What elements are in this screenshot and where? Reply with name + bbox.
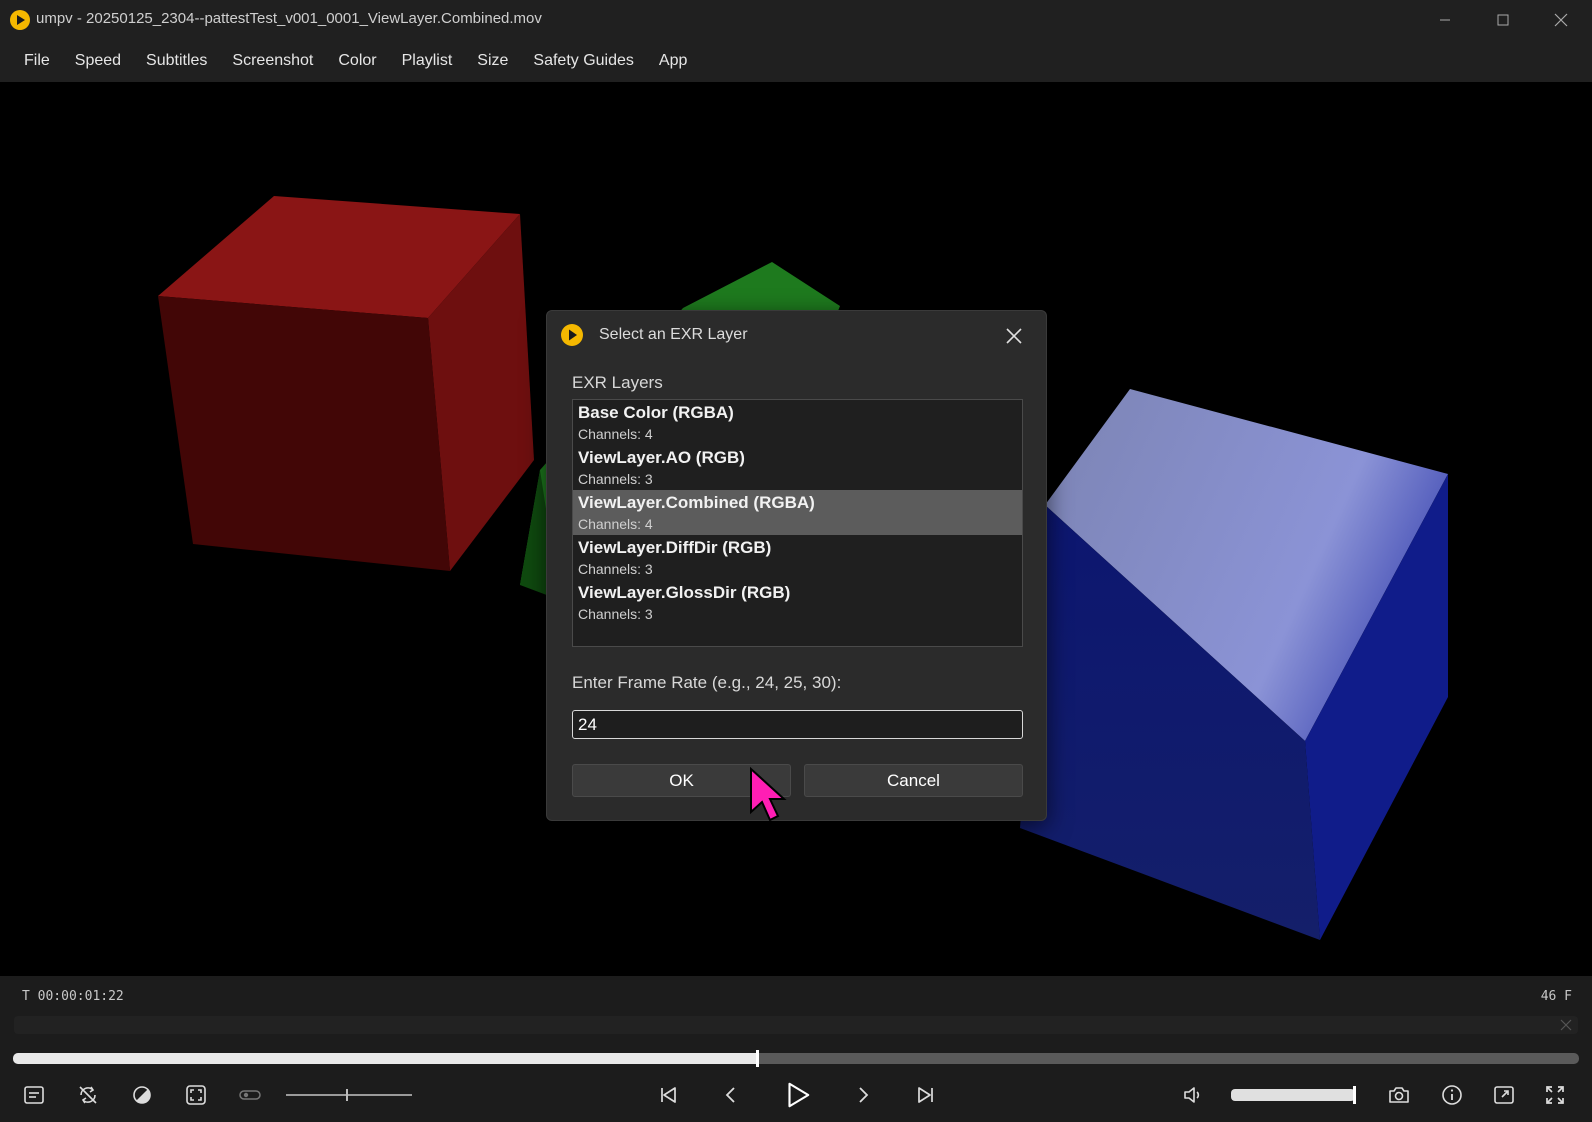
- color-filter-button[interactable]: [127, 1080, 157, 1110]
- secondary-timeline[interactable]: [14, 1016, 1578, 1034]
- menu-color[interactable]: Color: [326, 46, 388, 76]
- app-logo-icon: [10, 10, 30, 30]
- exr-layer-list[interactable]: Base Color (RGBA) Channels: 4 ViewLayer.…: [572, 399, 1023, 647]
- volume-slider-handle[interactable]: [1353, 1086, 1356, 1104]
- play-icon: [788, 1082, 810, 1108]
- picture-in-picture-button[interactable]: [1489, 1080, 1519, 1110]
- subtitles-icon: [24, 1086, 44, 1104]
- toggle-icon: [239, 1090, 261, 1100]
- speed-slider-knob[interactable]: [346, 1089, 348, 1101]
- seek-bar-fill: [13, 1053, 757, 1064]
- exr-layer-dialog: Select an EXR Layer EXR Layers Base Colo…: [546, 310, 1047, 821]
- next-frame-button[interactable]: [848, 1080, 878, 1110]
- maximize-button[interactable]: [1474, 0, 1532, 40]
- minimize-icon: [1440, 19, 1450, 21]
- loop-off-icon: [79, 1086, 97, 1104]
- dialog-title: Select an EXR Layer: [599, 326, 748, 343]
- info-button[interactable]: [1437, 1080, 1467, 1110]
- camera-icon: [1389, 1087, 1409, 1103]
- mouse-cursor-icon: [750, 766, 787, 822]
- maximize-icon: [1497, 14, 1509, 26]
- layer-channels: Channels: 3: [578, 605, 653, 622]
- layer-name: ViewLayer.DiffDir (RGB): [578, 538, 772, 557]
- layer-name: Base Color (RGBA): [578, 403, 734, 422]
- loop-button[interactable]: [73, 1080, 103, 1110]
- layer-name: ViewLayer.Combined (RGBA): [578, 493, 815, 512]
- speed-slider[interactable]: [286, 1089, 412, 1101]
- prev-frame-button[interactable]: [716, 1080, 746, 1110]
- menu-speed[interactable]: Speed: [63, 46, 133, 76]
- minimize-button[interactable]: [1416, 0, 1474, 40]
- layer-channels: Channels: 3: [578, 560, 653, 577]
- volume-icon: [1184, 1087, 1200, 1103]
- app-logo-icon: [561, 324, 583, 346]
- dialog-close-button[interactable]: [999, 321, 1029, 351]
- layer-item-base-color[interactable]: Base Color (RGBA) Channels: 4: [573, 400, 1022, 445]
- layer-item-glossdir[interactable]: ViewLayer.GlossDir (RGB) Channels: 3: [573, 580, 1022, 625]
- skip-start-button[interactable]: [653, 1080, 683, 1110]
- skip-start-icon: [661, 1087, 676, 1103]
- seek-handle[interactable]: [755, 1050, 759, 1067]
- frame-rate-label: Enter Frame Rate (e.g., 24, 25, 30):: [572, 673, 842, 692]
- frame-rate-input[interactable]: [572, 710, 1023, 739]
- player-controls: T 00:00:01:22 46 F: [0, 976, 1592, 1122]
- toggle-button[interactable]: [235, 1080, 265, 1110]
- next-frame-icon: [859, 1087, 869, 1103]
- play-button[interactable]: [782, 1080, 812, 1110]
- layer-item-diffdir[interactable]: ViewLayer.DiffDir (RGB) Channels: 3: [573, 535, 1022, 580]
- layer-name: ViewLayer.AO (RGB): [578, 448, 745, 467]
- timecode: T 00:00:01:22: [22, 989, 124, 1004]
- skip-end-button[interactable]: [911, 1080, 941, 1110]
- screenshot-button[interactable]: [1384, 1080, 1414, 1110]
- skip-end-icon: [918, 1087, 933, 1103]
- layer-channels: Channels: 3: [578, 470, 653, 487]
- close-window-button[interactable]: [1532, 0, 1590, 40]
- info-icon: [1442, 1085, 1462, 1105]
- menu-app[interactable]: App: [647, 46, 699, 76]
- menu-screenshot[interactable]: Screenshot: [220, 46, 325, 76]
- close-icon: [1554, 13, 1568, 27]
- prev-frame-icon: [725, 1087, 735, 1103]
- layer-item-combined[interactable]: ViewLayer.Combined (RGBA) Channels: 4: [573, 490, 1022, 535]
- menu-file[interactable]: File: [12, 46, 62, 76]
- menu-safety-guides[interactable]: Safety Guides: [521, 46, 646, 76]
- menu-bar: File Speed Subtitles Screenshot Color Pl…: [0, 40, 1592, 82]
- layer-channels: Channels: 4: [578, 425, 653, 442]
- menu-playlist[interactable]: Playlist: [390, 46, 465, 76]
- fit-frame-icon: [186, 1085, 206, 1105]
- menu-subtitles[interactable]: Subtitles: [134, 46, 219, 76]
- frame-count: 46 F: [1540, 989, 1572, 1004]
- fullscreen-button[interactable]: [1540, 1080, 1570, 1110]
- menu-size[interactable]: Size: [465, 46, 520, 76]
- red-cube-front: [158, 296, 450, 571]
- exr-layers-label: EXR Layers: [572, 373, 663, 392]
- picture-in-picture-icon: [1494, 1086, 1514, 1104]
- layer-name: ViewLayer.GlossDir (RGB): [578, 583, 791, 602]
- volume-slider[interactable]: [1231, 1089, 1355, 1101]
- seek-bar[interactable]: [13, 1050, 1579, 1067]
- cancel-button[interactable]: Cancel: [804, 764, 1023, 797]
- window-title: umpv - 20250125_2304--pattestTest_v001_0…: [36, 10, 542, 27]
- title-bar: umpv - 20250125_2304--pattestTest_v001_0…: [0, 0, 1592, 40]
- color-filter-icon: [133, 1086, 151, 1104]
- volume-button[interactable]: [1178, 1080, 1208, 1110]
- close-icon: [1006, 328, 1022, 344]
- close-icon[interactable]: [1560, 1019, 1572, 1031]
- subtitles-button[interactable]: [19, 1080, 49, 1110]
- fullscreen-icon: [1546, 1086, 1564, 1104]
- layer-item-ao[interactable]: ViewLayer.AO (RGB) Channels: 3: [573, 445, 1022, 490]
- fit-frame-button[interactable]: [181, 1080, 211, 1110]
- layer-channels: Channels: 4: [578, 515, 653, 532]
